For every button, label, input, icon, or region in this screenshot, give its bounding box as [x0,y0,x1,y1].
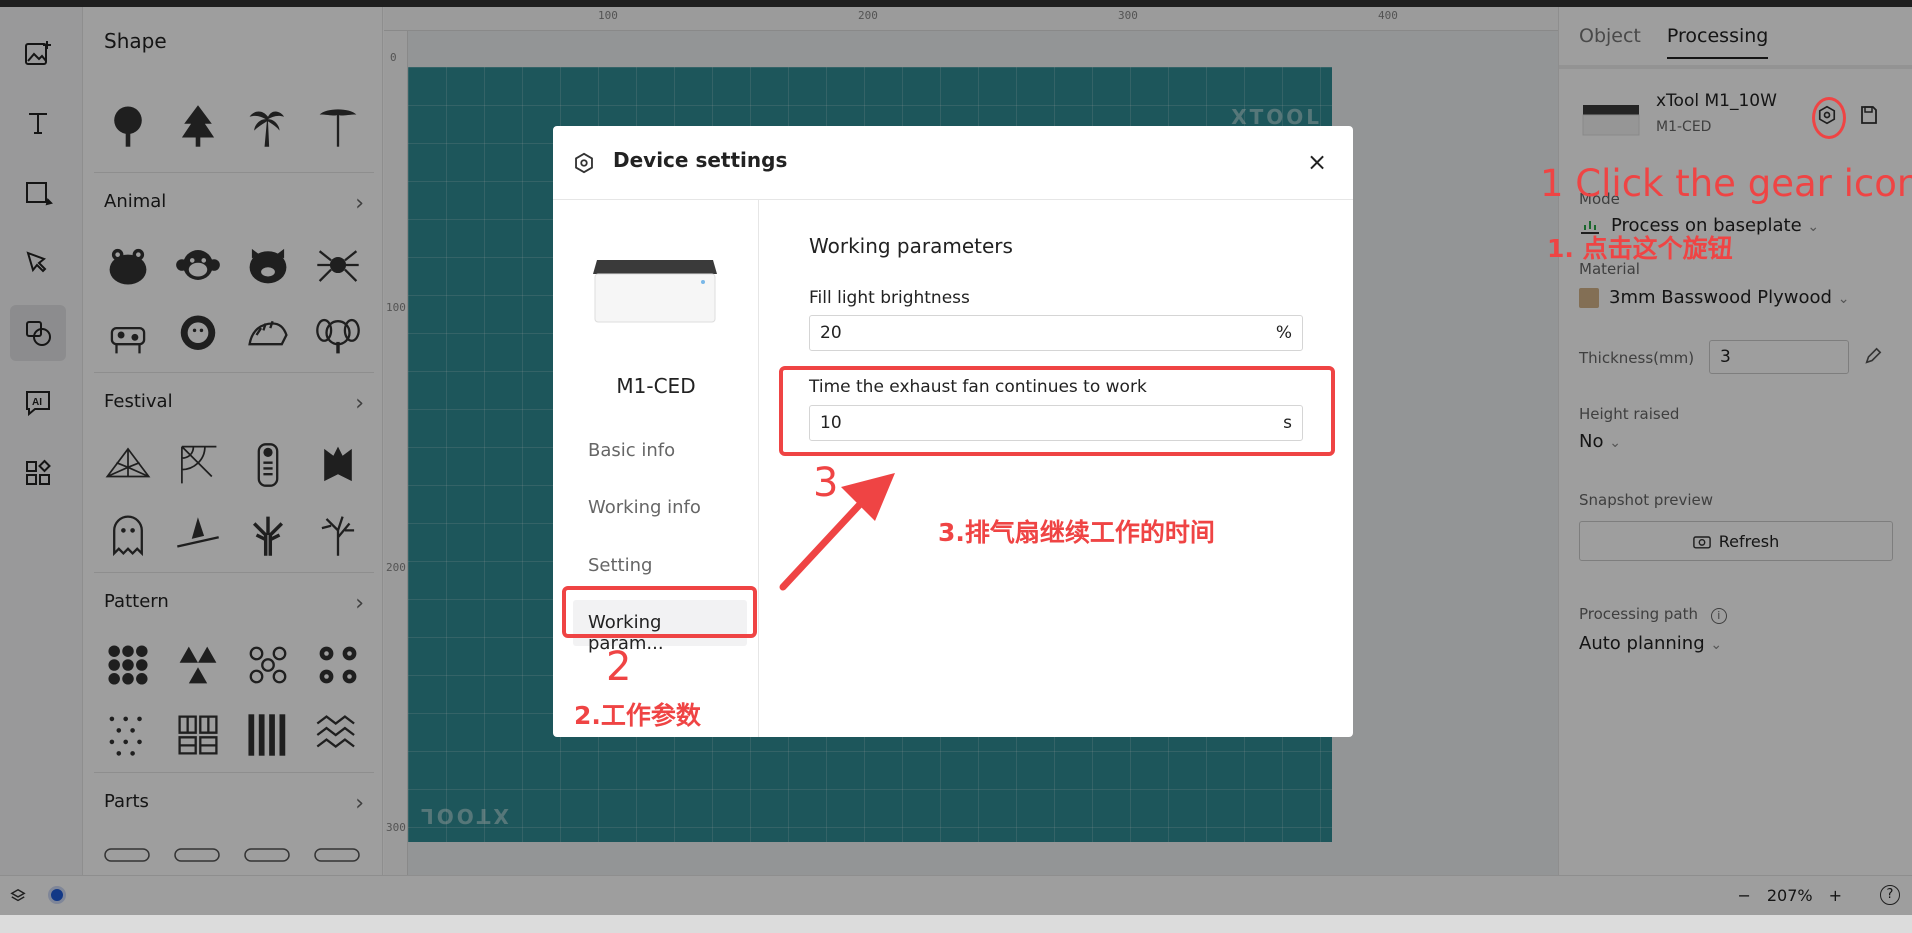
percent-unit: % [1275,323,1292,343]
fill-light-value: 20 [820,323,842,343]
annotation-step2-box [562,586,757,638]
bottom-strip [0,915,1912,933]
annotation-step1-en: 1 Click the gear icon [1540,162,1912,205]
fill-light-label: Fill light brightness [809,288,970,308]
dialog-sidebar: M1-CED Basic info Working info Setting W… [553,200,759,737]
close-icon: × [1306,148,1328,176]
annotation-step3-box [779,366,1335,456]
annotation-arrow [779,473,895,591]
close-button[interactable]: × [1303,148,1331,176]
gear-icon [575,152,593,174]
annotation-step2-cn: 2.工作参数 [574,701,701,730]
annotation-step2-number: 2 [606,644,632,690]
window-top-bar [0,0,1912,7]
nav-setting[interactable]: Setting [588,555,652,576]
device-image [593,260,717,323]
dialog-title: Device settings [613,148,788,172]
nav-working-info[interactable]: Working info [588,497,701,518]
fill-light-input[interactable]: 20 % [809,315,1303,351]
annotation-gear-circle [1812,97,1846,139]
dialog-header: Device settings × [553,126,1353,200]
dialog-device-model: M1-CED [616,374,696,398]
annotation-step3-cn: 3.排气扇继续工作的时间 [938,518,1215,547]
section-title: Working parameters [809,234,1013,258]
nav-basic-info[interactable]: Basic info [588,440,675,461]
annotation-step1-cn: 1. 点击这个旋钮 [1547,234,1733,263]
